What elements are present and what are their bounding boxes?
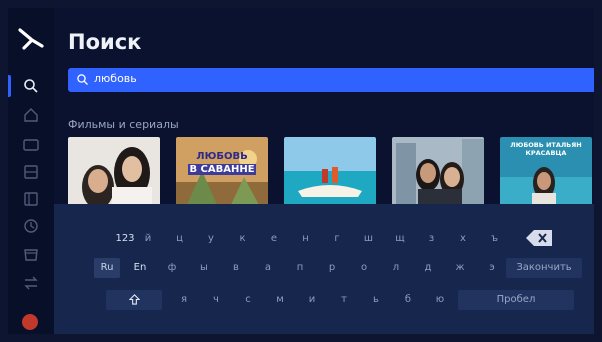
key[interactable]: в (226, 258, 246, 278)
key[interactable]: р (322, 258, 342, 278)
sidebar-history-icon[interactable] (22, 217, 40, 235)
sidebar-exchange-icon[interactable] (22, 274, 40, 292)
shift-icon[interactable] (106, 290, 162, 310)
key[interactable]: 123 (112, 229, 138, 249)
key[interactable]: л (386, 258, 406, 278)
key[interactable]: п (290, 258, 310, 278)
key[interactable]: у (201, 229, 221, 249)
sidebar-tv-icon[interactable] (22, 136, 40, 154)
sidebar-store-icon[interactable] (22, 245, 40, 263)
results-row: ЛЮБОВЬ В САВАННЕ ЛЮБОВЬ ИТАЛЬЯН КРАСАВЦА (68, 137, 594, 207)
key[interactable]: б (398, 290, 418, 310)
key[interactable]: н (296, 229, 316, 249)
key[interactable]: о (354, 258, 374, 278)
sidebar-search-icon[interactable] (22, 77, 40, 95)
app-window: Поиск любовь Фильмы и сериалы ЛЮБОВЬ В С… (8, 8, 594, 334)
sidebar-home-icon[interactable] (22, 106, 40, 124)
logo-icon (18, 28, 44, 50)
key[interactable]: г (327, 229, 347, 249)
finish-button[interactable]: Закончить (506, 258, 582, 278)
key[interactable]: щ (390, 229, 410, 249)
page-title: Поиск (68, 30, 142, 54)
poster-title: ЛЮБОВЬ ИТАЛЬЯН КРАСАВЦА (510, 141, 582, 157)
key[interactable]: х (453, 229, 473, 249)
section-title: Фильмы и сериалы (68, 118, 179, 131)
key[interactable]: ш (359, 229, 379, 249)
search-value: любовь (94, 72, 137, 85)
poster-card-1[interactable] (68, 137, 160, 207)
key[interactable]: ы (194, 258, 214, 278)
onscreen-keyboard: 123 й ц у к е н г ш щ з х ъ Ru En ф ы в а п р о л д ж э Закончить… (54, 204, 594, 334)
backspace-icon[interactable] (524, 228, 554, 248)
key[interactable]: ж (450, 258, 470, 278)
poster-card-5[interactable]: ЛЮБОВЬ ИТАЛЬЯН КРАСАВЦА (500, 137, 592, 207)
key[interactable]: й (138, 229, 158, 249)
space-button[interactable]: Пробел (458, 290, 574, 310)
key[interactable]: Ru (94, 258, 120, 278)
key[interactable]: я (174, 290, 194, 310)
key[interactable]: ю (430, 290, 450, 310)
sidebar-series-icon[interactable] (22, 190, 40, 208)
key[interactable]: и (302, 290, 322, 310)
key[interactable]: э (482, 258, 502, 278)
poster-title: ЛЮБОВЬ В САВАННЕ (188, 151, 256, 175)
key[interactable]: т (334, 290, 354, 310)
key[interactable]: м (270, 290, 290, 310)
search-input[interactable]: любовь (68, 68, 594, 92)
poster-card-4[interactable] (392, 137, 484, 207)
key[interactable]: ь (366, 290, 386, 310)
key[interactable]: ч (206, 290, 226, 310)
key[interactable]: з (422, 229, 442, 249)
key[interactable]: ъ (485, 229, 505, 249)
key[interactable]: а (258, 258, 278, 278)
key[interactable]: д (418, 258, 438, 278)
search-icon (77, 74, 88, 85)
poster-card-3[interactable] (284, 137, 376, 207)
poster-card-2[interactable]: ЛЮБОВЬ В САВАННЕ (176, 137, 268, 207)
key[interactable]: к (233, 229, 253, 249)
key[interactable]: En (127, 258, 153, 278)
sidebar-movies-icon[interactable] (22, 163, 40, 181)
key[interactable]: ц (170, 229, 190, 249)
key[interactable]: с (238, 290, 258, 310)
avatar[interactable] (22, 314, 38, 330)
key[interactable]: е (264, 229, 284, 249)
sidebar-active-indicator (8, 75, 11, 97)
key[interactable]: ф (162, 258, 182, 278)
sidebar (8, 8, 54, 334)
